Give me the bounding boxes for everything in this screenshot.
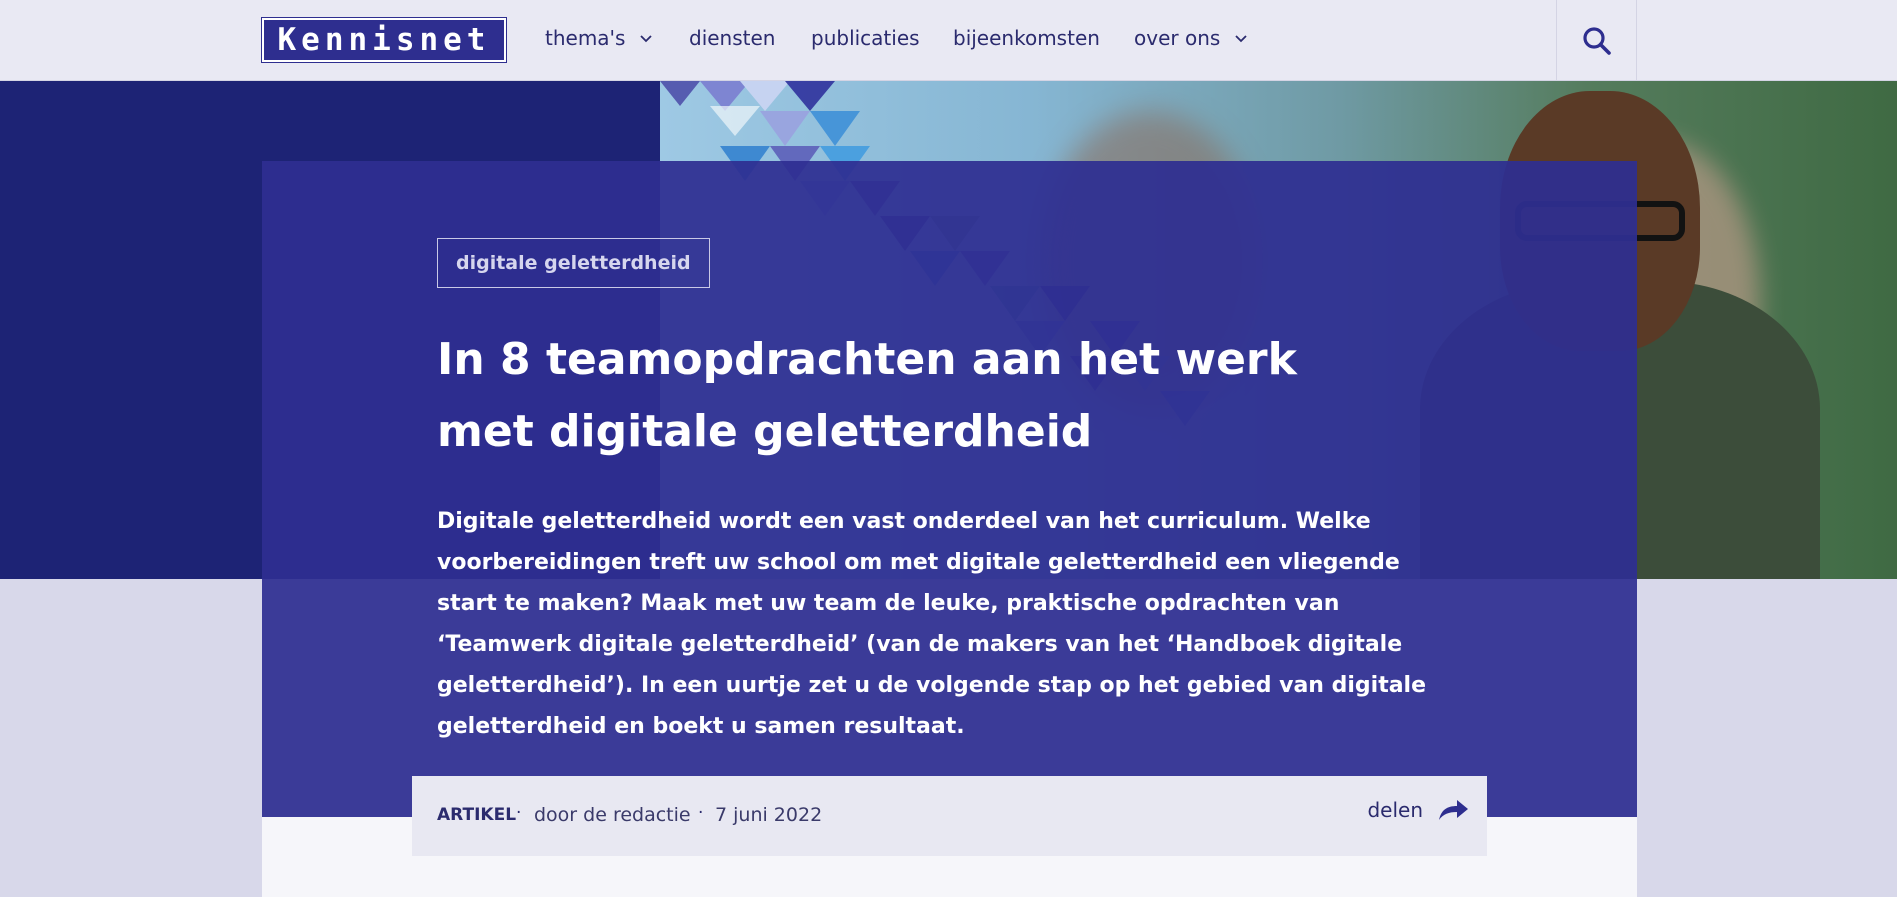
topic-tag[interactable]: digitale geletterdheid bbox=[437, 238, 710, 288]
nav-item-over-ons[interactable]: over ons bbox=[1134, 26, 1248, 50]
page-title: In 8 teamopdrachten aan het werk met dig… bbox=[437, 334, 1297, 457]
meta-separator: · bbox=[516, 803, 522, 823]
search-icon bbox=[1582, 26, 1611, 55]
share-label: delen bbox=[1367, 798, 1423, 822]
hero-card: digitale geletterdheid In 8 teamopdracht… bbox=[262, 161, 1637, 817]
chevron-down-icon bbox=[1235, 35, 1247, 43]
article-date: 7 juni 2022 bbox=[715, 804, 823, 826]
nav-item-bijeenkomsten[interactable]: bijeenkomsten bbox=[953, 26, 1100, 50]
nav-label-over-ons: over ons bbox=[1134, 26, 1221, 50]
search-button[interactable] bbox=[1556, 0, 1637, 81]
page: Kennisnet thema's diensten publicaties b… bbox=[0, 0, 1897, 897]
nav-label-publicaties: publicaties bbox=[811, 26, 920, 50]
nav-label-themas: thema's bbox=[545, 26, 626, 50]
nav-label-diensten: diensten bbox=[689, 26, 776, 50]
site-header: Kennisnet thema's diensten publicaties b… bbox=[0, 0, 1897, 81]
kennisnet-logo[interactable]: Kennisnet bbox=[261, 17, 507, 63]
nav-item-themas[interactable]: thema's bbox=[545, 26, 653, 50]
article-author: door de redactie bbox=[534, 804, 691, 826]
nav-item-diensten[interactable]: diensten bbox=[689, 26, 775, 50]
chevron-down-icon bbox=[640, 35, 653, 43]
nav-label-bijeenkomsten: bijeenkomsten bbox=[953, 26, 1100, 50]
article-type: ARTIKEL bbox=[437, 805, 517, 825]
intro-paragraph: Digitale geletterdheid wordt een vast on… bbox=[437, 509, 1427, 739]
share-button[interactable]: delen bbox=[1367, 798, 1469, 822]
nav-item-publicaties[interactable]: publicaties bbox=[811, 26, 920, 50]
article-meta-bar: ARTIKEL · door de redactie · 7 juni 2022… bbox=[412, 776, 1487, 856]
meta-separator: · bbox=[698, 803, 704, 823]
share-arrow-icon bbox=[1439, 800, 1468, 820]
